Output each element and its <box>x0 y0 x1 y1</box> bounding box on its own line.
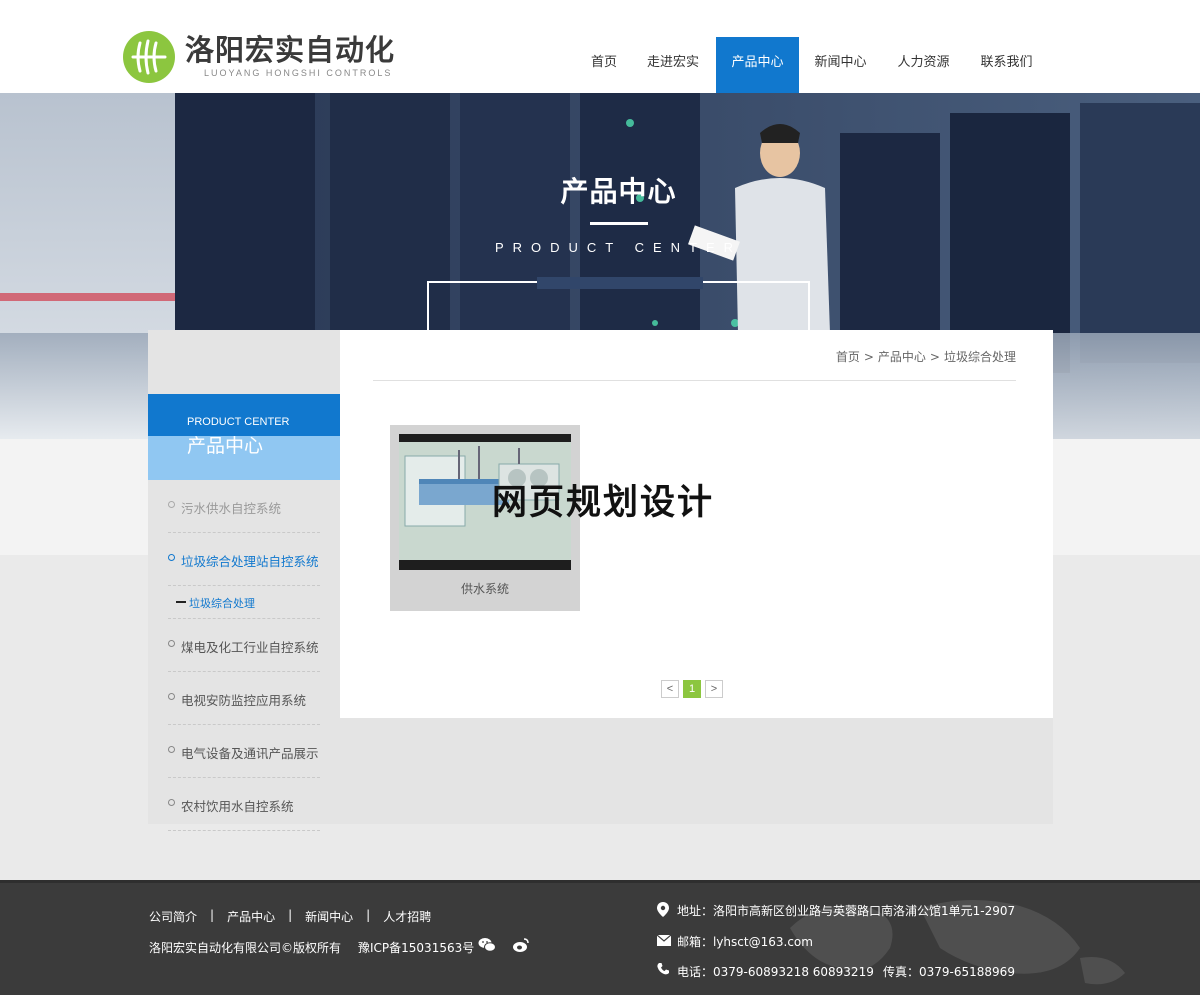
main-nav: 首页 走进宏实 产品中心 新闻中心 人力资源 联系我们 <box>578 37 1048 93</box>
footer-phone-text: 电话：0379-60893218 60893219 <box>677 965 874 979</box>
banner-title-frame-gap <box>537 277 703 289</box>
sidebar-item-label: 农村饮用水自控系统 <box>181 799 294 814</box>
pagination-prev-button[interactable]: < <box>661 680 679 698</box>
nav-news[interactable]: 新闻中心 <box>799 37 882 93</box>
nav-contact[interactable]: 联系我们 <box>965 37 1048 93</box>
sidebar-item-cctv-security[interactable]: 电视安防监控应用系统 <box>168 672 320 725</box>
breadcrumb-divider <box>373 380 1016 381</box>
breadcrumb: 首页 > 产品中心 > 垃圾综合处理 <box>836 348 1016 365</box>
logo-emblem-icon <box>123 31 175 83</box>
banner-title-frame <box>427 277 810 361</box>
banner-title-underline <box>590 222 648 225</box>
sidebar-title: 产品中心 <box>187 435 264 457</box>
breadcrumb-home[interactable]: 首页 <box>836 350 860 364</box>
footer-link-separator: | <box>288 908 293 922</box>
footer-link-news[interactable]: 新闻中心 <box>305 908 353 925</box>
sidebar-category-list: 污水供水自控系统 垃圾综合处理站自控系统 垃圾综合处理 煤电及化工行业自控系统 … <box>168 480 320 831</box>
breadcrumb-separator: > <box>929 350 940 364</box>
footer-link-products[interactable]: 产品中心 <box>227 908 275 925</box>
watermark-text: 网页规划设计 <box>492 483 715 523</box>
sidebar-item-label: 垃圾综合处理站自控系统 <box>181 554 319 569</box>
sidebar-item-label: 电气设备及通讯产品展示 <box>181 746 319 761</box>
bullet-circle-icon <box>168 554 175 561</box>
sidebar-subitem-label: 垃圾综合处理 <box>189 597 255 610</box>
sidebar-item-coal-chemical[interactable]: 煤电及化工行业自控系统 <box>168 619 320 672</box>
sidebar-subitem-garbage-processing[interactable]: 垃圾综合处理 <box>168 586 320 619</box>
pagination-next-button[interactable]: > <box>705 680 723 698</box>
footer-icp-number[interactable]: 豫ICP备15031563号 <box>358 939 474 956</box>
footer-link-recruitment[interactable]: 人才招聘 <box>383 908 431 925</box>
sidebar-item-label: 煤电及化工行业自控系统 <box>181 640 319 655</box>
footer-email-text[interactable]: 邮箱：lyhsct@163.com <box>677 933 813 950</box>
bullet-circle-icon <box>168 640 175 647</box>
footer-link-separator: | <box>366 908 371 922</box>
nav-products[interactable]: 产品中心 <box>716 37 799 93</box>
sidebar: PRODUCT CENTER 产品中心 污水供水自控系统 垃圾综合处理站自控系统… <box>148 394 340 831</box>
footer-top-border <box>0 880 1200 883</box>
pagination: < 1 > <box>661 680 723 698</box>
phone-icon <box>657 963 669 975</box>
bullet-circle-icon <box>168 693 175 700</box>
nav-hr[interactable]: 人力资源 <box>882 37 965 93</box>
footer-nav: 公司简介 | 产品中心 | 新闻中心 | 人才招聘 <box>149 908 431 925</box>
bullet-circle-icon <box>168 501 175 508</box>
product-name[interactable]: 供水系统 <box>390 580 580 597</box>
sidebar-item-sewage-water[interactable]: 污水供水自控系统 <box>168 480 320 533</box>
logo-chinese-name: 洛阳宏实自动化 <box>185 33 396 67</box>
site-footer: 公司简介 | 产品中心 | 新闻中心 | 人才招聘 洛阳宏实自动化有限公司©版权… <box>0 880 1200 995</box>
wechat-icon[interactable] <box>478 937 496 953</box>
breadcrumb-separator: > <box>863 350 874 364</box>
breadcrumb-current[interactable]: 垃圾综合处理 <box>944 350 1016 364</box>
nav-about[interactable]: 走进宏实 <box>630 37 716 93</box>
site-header: 洛阳宏实自动化 LUOYANG HONGSHI CONTROLS 首页 走进宏实… <box>0 0 1200 93</box>
footer-link-separator: | <box>210 908 215 922</box>
sidebar-header-top <box>148 394 340 436</box>
bullet-circle-icon <box>168 799 175 806</box>
sidebar-header: PRODUCT CENTER 产品中心 <box>148 394 340 480</box>
sidebar-title-en: PRODUCT CENTER <box>187 416 290 428</box>
footer-link-company[interactable]: 公司简介 <box>149 908 197 925</box>
sidebar-item-rural-water[interactable]: 农村饮用水自控系统 <box>168 778 320 831</box>
mail-icon <box>657 935 671 946</box>
weibo-icon[interactable] <box>512 937 530 953</box>
location-pin-icon <box>657 902 669 917</box>
logo-english-name: LUOYANG HONGSHI CONTROLS <box>204 68 393 78</box>
footer-address-text: 地址：洛阳市高新区创业路与英蓉路口南洛浦公馆1单元1-2907 <box>677 904 1016 918</box>
footer-fax: 传真：0379-65188969 <box>883 965 1015 979</box>
sidebar-item-label: 电视安防监控应用系统 <box>181 693 307 708</box>
nav-home[interactable]: 首页 <box>578 37 630 93</box>
sidebar-item-garbage-station[interactable]: 垃圾综合处理站自控系统 <box>168 533 320 586</box>
bullet-circle-icon <box>168 746 175 753</box>
dash-icon <box>176 601 186 603</box>
sidebar-item-electrical-equipment[interactable]: 电气设备及通讯产品展示 <box>168 725 320 778</box>
site-logo[interactable]: 洛阳宏实自动化 LUOYANG HONGSHI CONTROLS <box>123 31 396 83</box>
footer-copyright: 洛阳宏实自动化有限公司©版权所有 <box>149 941 342 955</box>
breadcrumb-products[interactable]: 产品中心 <box>878 350 926 364</box>
banner-title: 产品中心 <box>560 175 677 208</box>
pagination-page-current[interactable]: 1 <box>683 680 701 698</box>
sidebar-item-label: 污水供水自控系统 <box>181 501 282 516</box>
banner-subtitle: PRODUCT CENTER <box>494 240 743 255</box>
